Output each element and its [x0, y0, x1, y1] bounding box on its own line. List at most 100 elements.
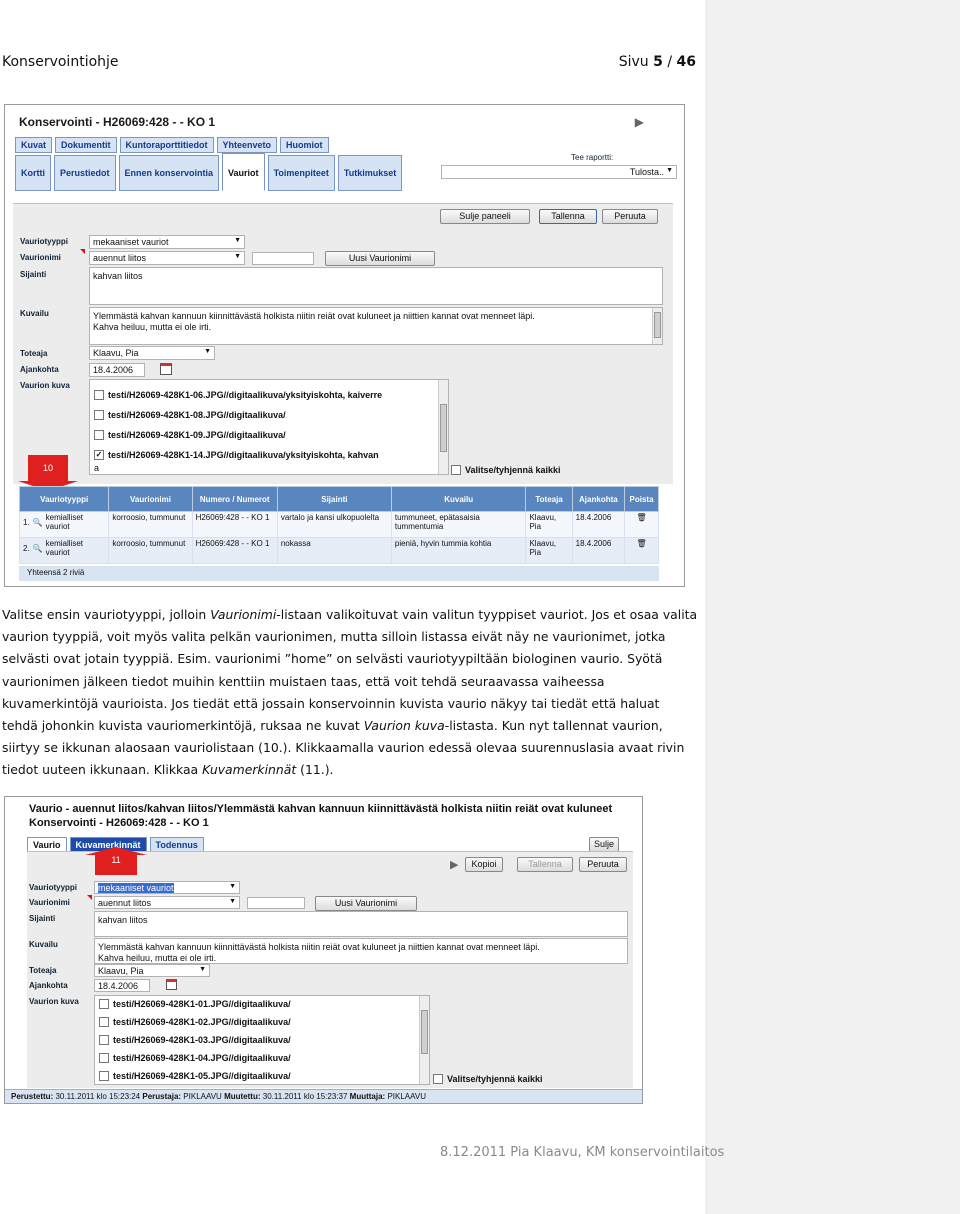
image-list-item[interactable]: testi/H26069-428K1-06.JPG//digitaalikuva… [94, 390, 382, 400]
column-header[interactable]: Kuvailu [390, 486, 527, 512]
tab-dokumentit[interactable]: Dokumentit [55, 137, 117, 153]
description-input[interactable]: Ylemmästä kahvan kannuun kiinnittävästä … [94, 938, 628, 964]
image-list-item[interactable]: testi/H26069-428K1-03.JPG//digitaalikuva… [99, 1035, 291, 1045]
image-checkbox[interactable] [94, 430, 104, 440]
image-list-scrollbar[interactable] [438, 380, 448, 474]
image-list-item[interactable]: ✓ testi/H26069-428K1-14.JPG//digitaalikuv… [94, 450, 379, 460]
image-list-item[interactable]: testi/H26069-428K1-09.JPG//digitaalikuva… [94, 430, 286, 440]
column-header[interactable]: Ajankohta [571, 486, 626, 512]
damage-name-select[interactable]: auennut liitos [94, 896, 240, 909]
select-all-checkbox[interactable] [451, 465, 461, 475]
navigate-arrow-icon[interactable]: ▶ [635, 115, 644, 129]
description-scrollbar[interactable] [652, 308, 662, 344]
column-header[interactable]: Numero / Numerot [191, 486, 278, 512]
callout-10: 10 [28, 455, 68, 481]
cancel-button[interactable]: Peruuta [602, 209, 658, 224]
table-row[interactable]: 2. 🔍 kemialliset vauriot korroosio, tummun… [18, 537, 659, 564]
image-list-item[interactable]: testi/H26069-428K1-01.JPG//digitaalikuva… [99, 999, 291, 1009]
damage-name-label: Vaurionimi [29, 898, 70, 907]
image-checkbox[interactable] [99, 999, 109, 1009]
column-header[interactable]: Poista [624, 486, 659, 512]
tab-yhteenveto[interactable]: Yhteenveto [216, 137, 278, 153]
table-cell: Klaavu, Pia [525, 511, 573, 538]
report-select[interactable]: Tulosta.. [441, 165, 677, 179]
description-input[interactable]: Ylemmästä kahvan kannuun kiinnittävästä … [89, 307, 663, 345]
save-button[interactable]: Tallenna [539, 209, 597, 224]
damage-name-filter-input[interactable] [252, 252, 314, 265]
date-input[interactable]: 18.4.2006 [94, 979, 150, 992]
damage-name-select[interactable]: auennut liitos [89, 251, 245, 265]
date-input[interactable]: 18.4.2006 [89, 363, 145, 377]
cancel-button[interactable]: Peruuta [579, 857, 627, 872]
navigate-arrow-icon[interactable]: ▶ [450, 858, 458, 871]
damage-list-table: Vauriotyyppi Vaurionimi Numero / Numerot… [18, 486, 659, 564]
performer-label: Toteaja [29, 966, 57, 975]
select-all-images[interactable]: Valitse/tyhjennä kaikki [433, 1074, 543, 1084]
tab-kuntoraporttitiedot[interactable]: Kuntoraporttitiedot [119, 137, 214, 153]
table-cell: 2. 🔍 kemialliset vauriot [18, 537, 110, 564]
damage-name-filter-input[interactable] [247, 897, 305, 909]
select-all-checkbox[interactable] [433, 1074, 443, 1084]
performer-select[interactable]: Klaavu, Pia [94, 964, 210, 977]
image-checkbox[interactable] [99, 1017, 109, 1027]
copy-button[interactable]: Kopioi [465, 857, 503, 872]
performer-select[interactable]: Klaavu, Pia [89, 346, 215, 360]
screenshot-damage-detail: Vaurio - auennut liitos/kahvan liitos/Yl… [4, 796, 643, 1104]
damage-type-select[interactable]: mekaaniset vauriot [89, 235, 245, 249]
table-cell: 1. 🔍 kemialliset vauriot [18, 511, 110, 538]
scroll-thumb[interactable] [421, 1010, 428, 1054]
image-checkbox[interactable] [99, 1071, 109, 1081]
tab-ennen-konservointia[interactable]: Ennen konservointia [118, 155, 220, 191]
tab-toimenpiteet[interactable]: Toimenpiteet [267, 155, 335, 191]
column-header[interactable]: Vaurionimi [108, 486, 193, 512]
tab-perustiedot[interactable]: Perustiedot [54, 155, 116, 191]
table-cell: tummuneet, epätasaisia tummentumia [390, 511, 527, 538]
table-cell: 18.4.2006 [571, 537, 626, 564]
top-tab-row: Kuvat Dokumentit Kuntoraporttitiedot Yht… [15, 137, 329, 153]
close-panels-button[interactable]: Sulje paneeli [440, 209, 530, 224]
image-list-item[interactable]: testi/H26069-428K1-02.JPG//digitaalikuva… [99, 1017, 291, 1027]
magnifier-icon[interactable]: 🔍 [33, 518, 43, 527]
tab-vauriot[interactable]: Vauriot [222, 153, 265, 191]
window-title: Vaurio - auennut liitos/kahvan liitos/Yl… [29, 803, 613, 815]
column-header[interactable]: Vauriotyyppi [18, 486, 110, 512]
select-all-images[interactable]: Valitse/tyhjennä kaikki [451, 465, 561, 475]
close-button[interactable]: Sulje [589, 837, 619, 852]
column-header[interactable]: Sijainti [276, 486, 392, 512]
calendar-icon[interactable] [160, 363, 172, 375]
trash-icon[interactable]: 🗑 [636, 513, 646, 522]
damage-type-label: Vauriotyyppi [29, 883, 78, 892]
new-damage-name-button[interactable]: Uusi Vaurionimi [315, 896, 417, 911]
image-checkbox[interactable] [94, 410, 104, 420]
image-checkbox[interactable] [99, 1053, 109, 1063]
column-header[interactable]: Toteaja [525, 486, 573, 512]
scroll-thumb[interactable] [440, 404, 447, 452]
image-list-item[interactable]: testi/H26069-428K1-05.JPG//digitaalikuva… [99, 1071, 291, 1081]
trash-icon[interactable]: 🗑 [636, 539, 646, 548]
save-button[interactable]: Tallenna [517, 857, 573, 872]
image-checkbox[interactable] [99, 1035, 109, 1045]
location-input[interactable]: kahvan liitos [94, 911, 628, 937]
damage-type-select[interactable]: mekaaniset vauriot [94, 881, 240, 894]
window-subtitle: Konservointi - H26069:428 - - KO 1 [29, 817, 209, 829]
image-checkbox[interactable]: ✓ [94, 450, 104, 460]
description-label: Kuvailu [20, 309, 49, 318]
tab-tutkimukset[interactable]: Tutkimukset [337, 155, 403, 191]
image-list-scrollbar[interactable] [419, 996, 429, 1084]
tab-huomiot[interactable]: Huomiot [280, 137, 329, 153]
image-list-item[interactable]: testi/H26069-428K1-04.JPG//digitaalikuva… [99, 1053, 291, 1063]
image-list-item[interactable]: testi/H26069-428K1-08.JPG//digitaalikuva… [94, 410, 286, 420]
instruction-paragraph: Valitse ensin vauriotyyppi, jolloin Vaur… [2, 607, 698, 778]
window-title: Konservointi - H26069:428 - - KO 1 [19, 115, 216, 129]
table-row[interactable]: 1. 🔍 kemialliset vauriot korroosio, tummun… [18, 511, 659, 538]
new-damage-name-button[interactable]: Uusi Vaurionimi [325, 251, 435, 266]
calendar-icon[interactable] [166, 979, 177, 990]
table-cell: H26069:428 - - KO 1 [191, 537, 278, 564]
image-checkbox[interactable] [94, 390, 104, 400]
scroll-thumb[interactable] [654, 312, 661, 338]
location-input[interactable]: kahvan liitos [89, 267, 663, 305]
magnifier-icon[interactable]: 🔍 [33, 544, 43, 553]
tab-kuvat[interactable]: Kuvat [15, 137, 53, 153]
record-info-bar: Perustettu: 30.11.2011 klo 15:23:24 Peru… [5, 1089, 642, 1103]
tab-kortti[interactable]: Kortti [15, 155, 51, 191]
